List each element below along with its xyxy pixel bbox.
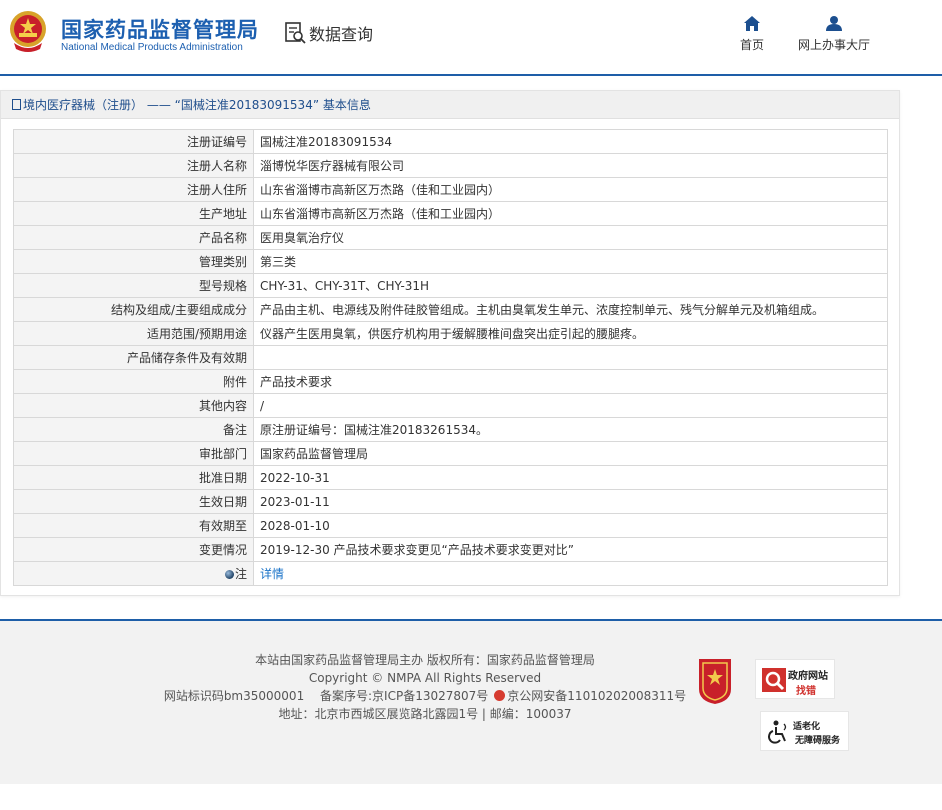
field-value: 仪器产生医用臭氧，供医疗机构用于缓解腰椎间盘突出症引起的腰腿疼。 [253,321,888,346]
police-badge-icon [494,690,506,701]
icp-link[interactable]: 网站标识码bm35000001 备案序号:京ICP备13027807号 [164,689,488,703]
field-value: CHY-31、CHY-31T、CHY-31H [253,273,888,298]
field-label: 产品名称 [13,225,254,250]
field-label: 注册证编号 [13,129,254,154]
table-row: 备注 原注册证编号：国械注准20183261534。 [13,417,888,442]
gov-badge-subtitle: 找错 [796,686,816,697]
field-value: 山东省淄博市高新区万杰路（佳和工业园内） [253,201,888,226]
national-emblem-icon [10,11,46,52]
field-value: 详情 [253,561,888,586]
table-row: 产品名称 医用臭氧治疗仪 [13,225,888,250]
accessibility-service-badge[interactable]: 适老化 无障碍服务 [760,711,849,751]
gov-site-error-report-badge[interactable]: 政府网站 找错 [755,659,835,699]
footer-sponsor: 本站由国家药品监督管理局主办 版权所有：国家药品监督管理局 [255,653,595,667]
field-label: 适用范围/预期用途 [13,321,254,346]
breadcrumb: 境内医疗器械（注册） —— “国械注准20183091534” 基本信息 [1,91,899,119]
footer-copyright: Copyright © NMPA All Rights Reserved [308,671,542,685]
magnifier-icon [762,668,786,692]
field-label: 注册人住所 [13,177,254,202]
field-label: 附件 [13,369,254,394]
accessibility-icon [768,720,787,744]
field-label: 型号规格 [13,273,254,298]
table-row: 适用范围/预期用途 仪器产生医用臭氧，供医疗机构用于缓解腰椎间盘突出症引起的腰腿疼… [13,321,888,346]
field-label: 备注 [13,417,254,442]
nav-service-hall[interactable]: 网上办事大厅 [796,16,872,53]
field-value: 产品技术要求 [253,369,888,394]
user-icon [826,16,842,31]
table-row: 其他内容 / [13,393,888,418]
field-label: 注册人名称 [13,153,254,178]
site-title[interactable]: 国家药品监督管理局 [61,14,259,44]
field-value [253,345,888,370]
police-record-link[interactable]: 京公网安备11010202008311号 [507,689,686,703]
table-row: 生效日期 2023-01-11 [13,489,888,514]
data-query-title: 数据查询 [284,21,373,45]
footer-icp: 网站标识码bm35000001 备案序号:京ICP备13027807号 京公网安备… [150,687,700,705]
home-icon [744,16,760,31]
field-label: 结构及组成/主要组成成分 [13,297,254,322]
details-link[interactable]: 详情 [260,567,284,581]
field-label: 审批部门 [13,441,254,466]
field-value: 2022-10-31 [253,465,888,490]
field-label: 注 [13,561,254,586]
field-value: 2023-01-11 [253,489,888,514]
detail-table: 注册证编号 国械注准20183091534 注册人名称 淄博悦华医疗器械有限公司 注册人… [13,129,888,586]
field-value: 国家药品监督管理局 [253,441,888,466]
gov-badge-title: 政府网站 [788,671,828,682]
field-value: / [253,393,888,418]
field-label: 其他内容 [13,393,254,418]
field-value: 产品由主机、电源线及附件硅胶管组成。主机由臭氧发生单元、浓度控制单元、残气分解单… [253,297,888,322]
field-value: 第三类 [253,249,888,274]
table-row: 结构及组成/主要组成成分 产品由主机、电源线及附件硅胶管组成。主机由臭氧发生单元、… [13,297,888,322]
field-value: 国械注准20183091534 [253,129,888,154]
detail-panel: 境内医疗器械（注册） —— “国械注准20183091534” 基本信息 注册证… [0,90,900,596]
accessibility-subtitle: 无障碍服务 [795,736,841,746]
document-search-icon [285,22,306,44]
field-value: 医用臭氧治疗仪 [253,225,888,250]
table-row-note: 注 详情 [13,561,888,586]
nav-home[interactable]: 首页 [738,16,766,53]
table-row: 变更情况 2019-12-30 产品技术要求变更见“产品技术要求变更对比” [13,537,888,562]
field-value: 2028-01-10 [253,513,888,538]
nav-service-hall-label: 网上办事大厅 [797,38,870,52]
field-value: 淄博悦华医疗器械有限公司 [253,153,888,178]
field-label: 管理类别 [13,249,254,274]
table-row: 审批部门 国家药品监督管理局 [13,441,888,466]
field-label: 生效日期 [13,489,254,514]
field-value: 原注册证编号：国械注准20183261534。 [253,417,888,442]
field-value: 山东省淄博市高新区万杰路（佳和工业园内） [253,177,888,202]
site-title-english: National Medical Products Administration [61,42,243,53]
party-organization-badge-icon[interactable] [695,657,735,705]
site-header: 国家药品监督管理局 National Medical Products Admi… [0,0,942,76]
table-row: 注册人住所 山东省淄博市高新区万杰路（佳和工业园内） [13,177,888,202]
table-row: 有效期至 2028-01-10 [13,513,888,538]
field-label: 变更情况 [13,537,254,562]
table-row: 管理类别 第三类 [13,249,888,274]
field-label: 生产地址 [13,201,254,226]
table-row: 注册人名称 淄博悦华医疗器械有限公司 [13,153,888,178]
field-label: 有效期至 [13,513,254,538]
breadcrumb-text: 境内医疗器械（注册） —— “国械注准20183091534” 基本信息 [23,98,371,112]
document-icon [12,99,21,110]
table-row: 型号规格 CHY-31、CHY-31T、CHY-31H [13,273,888,298]
accessibility-title: 适老化 [793,722,821,732]
site-footer: 本站由国家药品监督管理局主办 版权所有：国家药品监督管理局 Copyright … [0,619,942,784]
field-value: 2019-12-30 产品技术要求变更见“产品技术要求变更对比” [253,537,888,562]
footer-address: 地址：北京市西城区展览路北露园1号 | 邮编：100037 [278,707,572,721]
field-label: 产品储存条件及有效期 [13,345,254,370]
nav-home-label: 首页 [739,38,764,52]
footer-text: 本站由国家药品监督管理局主办 版权所有：国家药品监督管理局 Copyright … [150,651,700,723]
table-row: 生产地址 山东省淄博市高新区万杰路（佳和工业园内） [13,201,888,226]
table-row: 附件 产品技术要求 [13,369,888,394]
globe-icon [224,570,234,579]
table-row: 批准日期 2022-10-31 [13,465,888,490]
table-row: 产品储存条件及有效期 [13,345,888,370]
table-row: 注册证编号 国械注准20183091534 [13,129,888,154]
data-query-label: 数据查询 [309,25,374,44]
field-label: 批准日期 [13,465,254,490]
